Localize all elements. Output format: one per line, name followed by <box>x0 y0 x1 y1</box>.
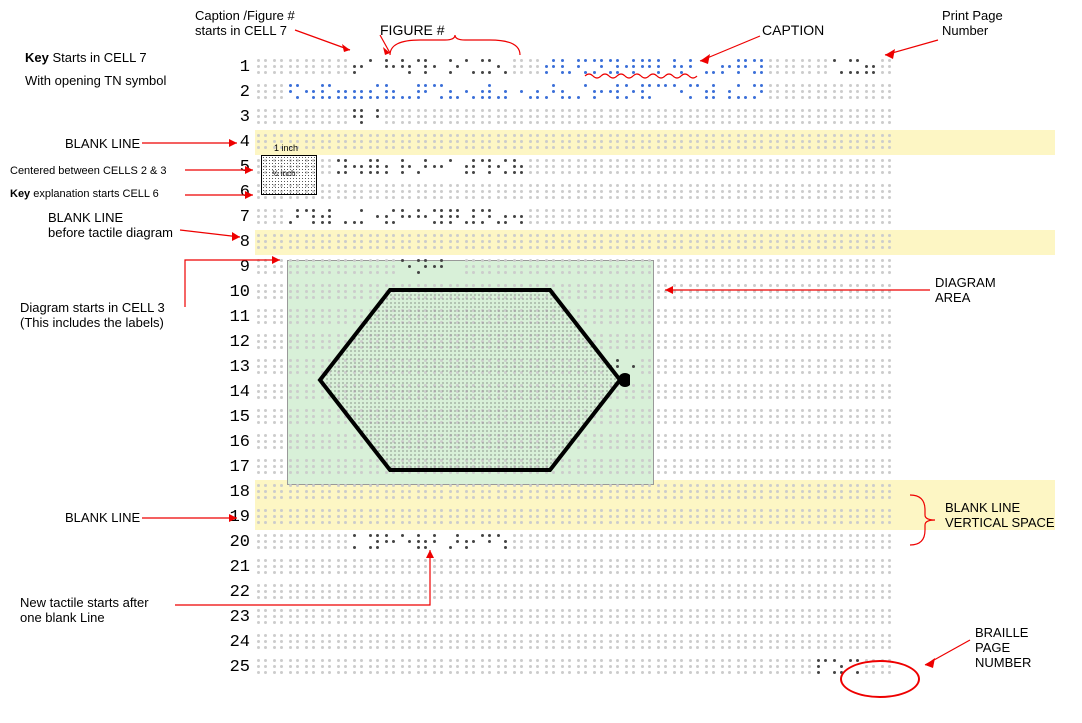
arrow-print-page <box>880 40 940 60</box>
brace-blank-vert <box>910 495 940 545</box>
arrow-caption-figure <box>295 30 365 60</box>
grid-row-4: 4 <box>255 130 905 155</box>
row-number: 2 <box>220 83 250 102</box>
blank-before-label: BLANK LINE before tactile diagram <box>48 210 173 240</box>
brace-figure <box>390 35 520 60</box>
arrow-centered <box>185 162 263 177</box>
grid-row-2: 2 <box>255 80 905 105</box>
hexagon-shape <box>310 270 630 490</box>
row-number: 25 <box>220 658 250 677</box>
row-number: 1 <box>220 58 250 77</box>
red-squiggle <box>585 72 705 80</box>
arrow-blank-before <box>180 225 250 245</box>
arrow-figure-num <box>365 35 395 60</box>
arrow-braille-page <box>920 640 975 670</box>
row-number: 13 <box>220 358 250 377</box>
arrow-caption <box>690 36 770 71</box>
row-number: 24 <box>220 633 250 652</box>
diagram-starts-label: Diagram starts in CELL 3 (This includes … <box>20 300 165 330</box>
row-number: 3 <box>220 108 250 127</box>
grid-row-24: 24 <box>255 630 905 655</box>
blank-line-1-label: BLANK LINE <box>65 136 140 151</box>
row-number: 17 <box>220 458 250 477</box>
arrow-blank-2 <box>142 513 247 523</box>
row-number: 18 <box>220 483 250 502</box>
new-tactile-label: New tactile starts after one blank Line <box>20 595 149 625</box>
row-number: 12 <box>220 333 250 352</box>
arrow-new-tactile <box>175 545 435 625</box>
arrow-blank-1 <box>142 138 247 148</box>
grid-row-25: 25 <box>255 655 905 680</box>
row-number: 16 <box>220 433 250 452</box>
caption-figure-label: Caption /Figure # starts in CELL 7 <box>195 8 295 38</box>
blank-line-2-label: BLANK LINE <box>65 510 140 525</box>
caption-label: CAPTION <box>762 22 824 38</box>
one-inch-dim: 1 inch <box>274 144 298 153</box>
row-number: 14 <box>220 383 250 402</box>
print-page-label: Print Page Number <box>942 8 1003 38</box>
half-inch-dim: ½ inch <box>272 170 296 178</box>
diagram-area-label: DIAGRAM AREA <box>935 275 996 305</box>
grid-row-19: 19 <box>255 505 905 530</box>
grid-row-7: 7 <box>255 205 905 230</box>
blank-vert-label: BLANK LINE VERTICAL SPACE <box>945 500 1055 530</box>
key-starts-label: Key Starts in CELL 7 <box>25 50 147 65</box>
centered-label: Centered between CELLS 2 & 3 <box>10 165 167 177</box>
grid-row-8: 8 <box>255 230 905 255</box>
arrow-key-expl <box>185 190 263 200</box>
one-inch-box: 1 inch ½ inch <box>261 155 317 195</box>
grid-row-5: 5 <box>255 155 905 180</box>
arrow-diagram-area <box>655 285 935 300</box>
row-number: 15 <box>220 408 250 427</box>
arrow-diagram-starts <box>185 255 290 315</box>
with-tn-label: With opening TN symbol <box>25 73 166 88</box>
grid-row-3: 3 <box>255 105 905 130</box>
grid-row-6: 6 <box>255 180 905 205</box>
braille-page-ellipse <box>840 660 920 698</box>
braille-page-label: BRAILLE PAGE NUMBER <box>975 625 1031 670</box>
key-expl-label: Key explanation starts CELL 6 <box>10 188 159 200</box>
